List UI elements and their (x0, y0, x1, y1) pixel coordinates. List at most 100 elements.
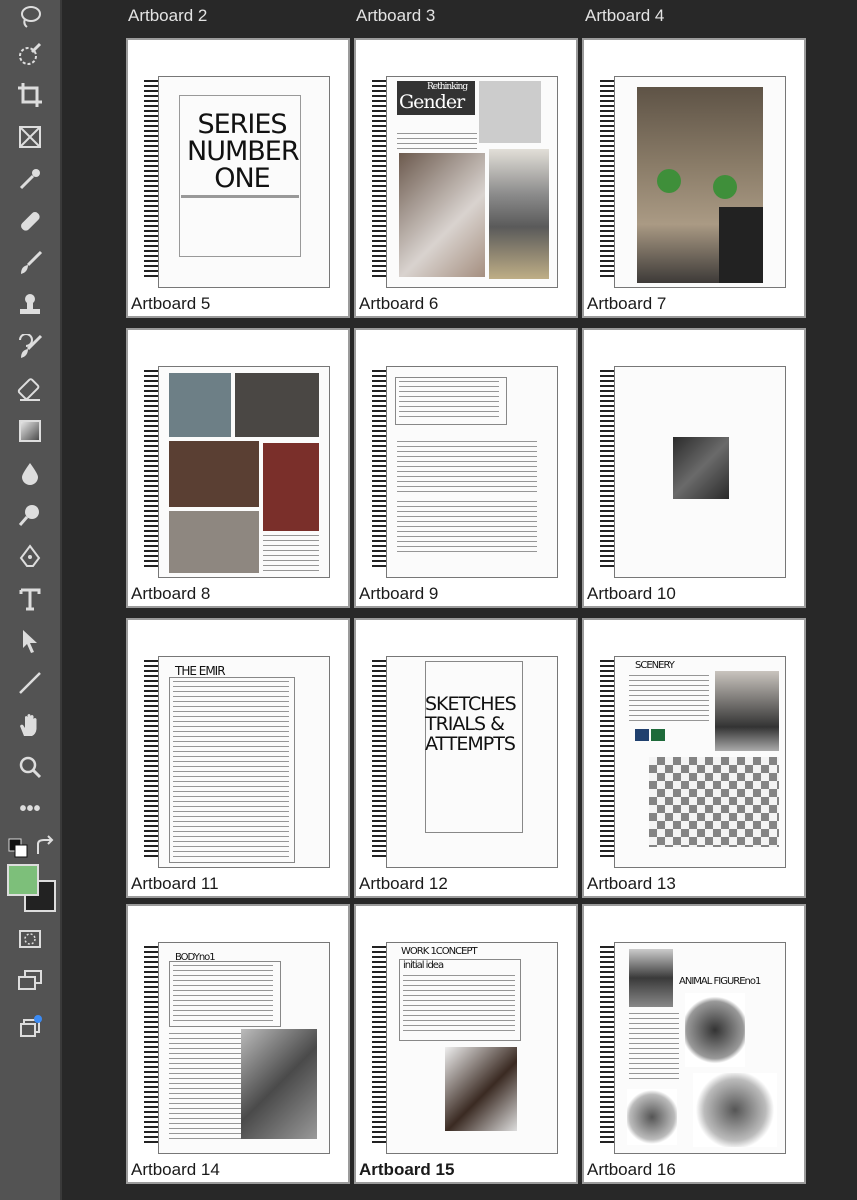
frame-icon[interactable] (13, 120, 47, 154)
artboard-15-label[interactable]: Artboard 15 (357, 1160, 457, 1180)
brush-icon[interactable] (13, 246, 47, 280)
gender-text: Gender (399, 91, 465, 113)
artboard-7[interactable]: Artboard 7 (582, 38, 806, 318)
artboard-8[interactable]: Artboard 8 (126, 328, 350, 608)
healing-brush-icon[interactable] (13, 204, 47, 238)
tools-panel: ••• (0, 0, 62, 1200)
artboard-7-label[interactable]: Artboard 7 (585, 294, 669, 314)
photo-image (673, 437, 729, 499)
artboard-8-label[interactable]: Artboard 8 (129, 584, 213, 604)
artboard-share-icon[interactable] (13, 1010, 47, 1044)
pen-icon[interactable] (13, 540, 47, 574)
crop-icon[interactable] (13, 78, 47, 112)
checkered-floor-drawing (649, 757, 779, 847)
artboard-9-label[interactable]: Artboard 9 (357, 584, 441, 604)
artboard-10-label[interactable]: Artboard 10 (585, 584, 678, 604)
scenery-title: SCENERY (635, 660, 675, 671)
text-lines (397, 133, 477, 149)
artboard-10[interactable]: Artboard 10 (582, 328, 806, 608)
history-brush-icon[interactable] (13, 330, 47, 364)
screen-mode-icon[interactable] (13, 964, 47, 998)
clover-sticker (713, 175, 737, 199)
path-selection-icon[interactable] (13, 624, 47, 658)
text-lines (399, 381, 499, 421)
artboard-9[interactable]: Artboard 9 (354, 328, 578, 608)
color-swatch (635, 729, 649, 741)
notebook-page: SCENERY (614, 656, 786, 868)
artboard-13[interactable]: SCENERY Artboard 13 (582, 618, 806, 898)
artboard-3-label[interactable]: Artboard 3 (356, 6, 435, 26)
notebook-page: Rethinking Gender (386, 76, 558, 288)
notebook-page (386, 366, 558, 578)
artboard-11-label[interactable]: Artboard 11 (129, 874, 221, 894)
engraving-image (479, 81, 541, 143)
color-swatch (651, 729, 665, 741)
notebook-page (614, 76, 786, 288)
sketches-title: SKETCHES TRIALS & ATTEMPTS (425, 693, 517, 755)
text-lines (403, 975, 515, 1035)
artboard-15[interactable]: WORK 1CONCEPT initial idea Artboard 15 (354, 904, 578, 1184)
skull-sketch (627, 1089, 677, 1145)
bull-photo (629, 949, 673, 1007)
eyedropper-icon[interactable] (13, 162, 47, 196)
artboard-5-label[interactable]: Artboard 5 (129, 294, 213, 314)
text-lines (263, 535, 319, 571)
notebook-page: SKETCHES TRIALS & ATTEMPTS (386, 656, 558, 868)
eraser-icon[interactable] (13, 372, 47, 406)
foreground-color-swatch[interactable] (7, 864, 39, 896)
artboard-6-label[interactable]: Artboard 6 (357, 294, 441, 314)
photo-image (169, 511, 259, 573)
artboard-6[interactable]: Rethinking Gender Artboard 6 (354, 38, 578, 318)
artboard-11[interactable]: THE EMIR Artboard 11 (126, 618, 350, 898)
artboard-4-label[interactable]: Artboard 4 (585, 6, 664, 26)
blur-icon[interactable] (13, 456, 47, 490)
more-tools-icon[interactable]: ••• (13, 792, 47, 826)
line-icon[interactable] (13, 666, 47, 700)
clone-stamp-icon[interactable] (13, 288, 47, 322)
artboard-2-label[interactable]: Artboard 2 (128, 6, 207, 26)
bull-sketch (685, 993, 745, 1067)
artboard-12-label[interactable]: Artboard 12 (357, 874, 450, 894)
gradient-icon[interactable] (13, 414, 47, 448)
text-lines (397, 441, 537, 495)
text-lines (629, 675, 709, 725)
text-lines (397, 501, 537, 553)
text-lines (173, 965, 273, 1023)
artboard-13-label[interactable]: Artboard 13 (585, 874, 678, 894)
type-icon[interactable] (13, 582, 47, 616)
color-swatches (489, 149, 549, 279)
photo-image (715, 671, 779, 751)
quick-selection-icon[interactable] (13, 38, 47, 72)
hand-icon[interactable] (13, 708, 47, 742)
artboard-14[interactable]: BODYno1 Artboard 14 (126, 904, 350, 1184)
initial-idea-text: initial idea (403, 960, 444, 971)
artboard-12[interactable]: SKETCHES TRIALS & ATTEMPTS Artboard 12 (354, 618, 578, 898)
emir-title: THE EMIR (175, 664, 226, 678)
artboard-16[interactable]: ANIMAL FIGUREno1 Artboard 16 (582, 904, 806, 1184)
text-lines (169, 1033, 241, 1143)
photo-image (445, 1047, 517, 1131)
notebook-page: SERIES NUMBER ONE (158, 76, 330, 288)
lasso-icon[interactable] (13, 0, 47, 34)
artboard-5[interactable]: SERIES NUMBER ONE Artboard 5 (126, 38, 350, 318)
skull-sketch (693, 1073, 777, 1147)
zoom-icon[interactable] (13, 750, 47, 784)
notebook-page (158, 366, 330, 578)
portrait-image (719, 207, 763, 283)
photo-image (235, 373, 319, 437)
dodge-icon[interactable] (13, 498, 47, 532)
artboard-14-label[interactable]: Artboard 14 (129, 1160, 222, 1180)
divider (181, 195, 299, 198)
quick-mask-icon[interactable] (13, 922, 47, 956)
photo-image (399, 153, 485, 277)
clover-sticker (657, 169, 681, 193)
swap-colors-icon[interactable] (28, 830, 62, 864)
notebook-page (614, 366, 786, 578)
notebook-page: ANIMAL FIGUREno1 (614, 942, 786, 1154)
notebook-page: WORK 1CONCEPT initial idea (386, 942, 558, 1154)
series-title: SERIES NUMBER ONE (187, 109, 300, 194)
notebook-page: BODYno1 (158, 942, 330, 1154)
photo-image (263, 443, 319, 531)
text-lines (173, 681, 289, 857)
artboard-16-label[interactable]: Artboard 16 (585, 1160, 678, 1180)
